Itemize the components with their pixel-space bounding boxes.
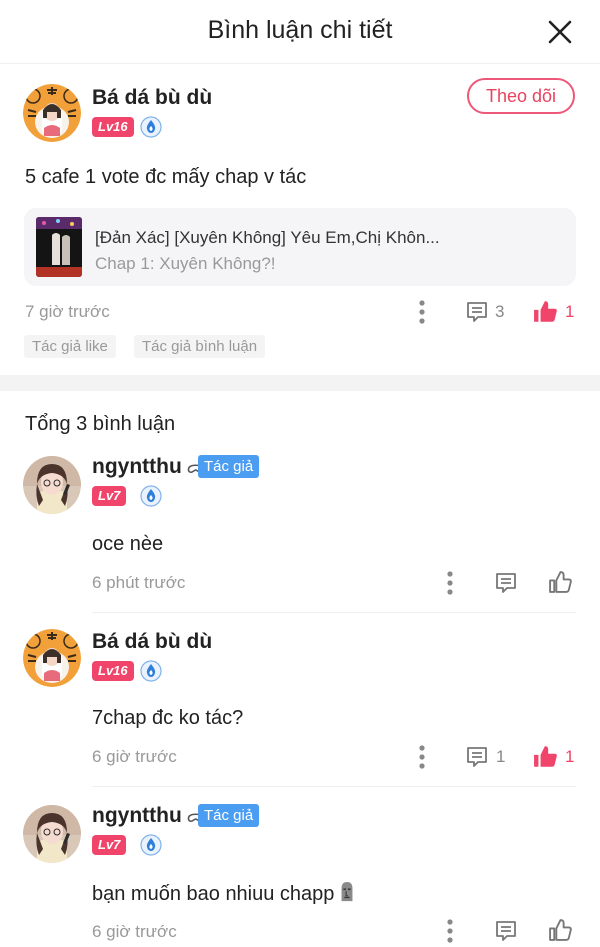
chapter-title: [Đản Xác] [Xuyên Không] Yêu Em,Chị Khôn.… bbox=[95, 228, 440, 247]
like-icon[interactable] bbox=[533, 299, 559, 325]
reply-count: 3 bbox=[495, 302, 505, 321]
vip-badge-icon bbox=[140, 660, 162, 682]
follow-button[interactable]: Theo dõi bbox=[467, 78, 575, 114]
moai-emoji-icon bbox=[337, 881, 357, 903]
divider bbox=[92, 786, 576, 787]
like-icon[interactable] bbox=[548, 918, 573, 943]
chapter-subtitle: Chap 1: Xuyên Không?! bbox=[95, 254, 276, 273]
username[interactable]: ngyntthu ᯅ bbox=[92, 455, 205, 479]
avatar[interactable] bbox=[23, 805, 81, 863]
comment-time: 6 phút trước bbox=[92, 573, 186, 592]
like-icon[interactable] bbox=[533, 744, 559, 770]
like-count: 1 bbox=[565, 302, 575, 321]
close-icon[interactable] bbox=[546, 18, 574, 46]
more-options-icon[interactable] bbox=[445, 919, 455, 943]
reply-icon[interactable] bbox=[494, 919, 518, 943]
level-badge: Lv16 bbox=[92, 117, 134, 137]
chapter-card[interactable]: [Đản Xác] [Xuyên Không] Yêu Em,Chị Khôn.… bbox=[24, 208, 576, 286]
vip-badge-icon bbox=[140, 116, 162, 138]
comment-time: 7 giờ trước bbox=[25, 302, 110, 321]
username[interactable]: Bá dá bù dù bbox=[92, 86, 212, 110]
avatar[interactable] bbox=[23, 84, 81, 142]
author-tag: Tác giả bbox=[198, 804, 260, 827]
header: Bình luận chi tiết bbox=[0, 0, 600, 64]
tag-author-replied: Tác giả bình luận bbox=[134, 335, 266, 358]
page-title: Bình luận chi tiết bbox=[207, 16, 393, 44]
comment-time: 6 giờ trước bbox=[92, 747, 177, 766]
reply-icon[interactable] bbox=[465, 745, 489, 769]
divider bbox=[92, 612, 576, 613]
avatar[interactable] bbox=[23, 629, 81, 687]
avatar[interactable] bbox=[23, 456, 81, 514]
chapter-thumbnail bbox=[36, 217, 82, 277]
tag-author-liked: Tác giả like bbox=[24, 335, 116, 358]
username[interactable]: Bá dá bù dù bbox=[92, 630, 212, 654]
level-badge: Lv16 bbox=[92, 661, 134, 681]
comment-text: 7chap đc ko tác? bbox=[92, 707, 244, 729]
comment-text: bạn muốn bao nhiuu chapp bbox=[92, 881, 357, 906]
like-count: 1 bbox=[565, 747, 575, 766]
section-divider bbox=[0, 375, 600, 391]
reply-icon[interactable] bbox=[494, 571, 518, 595]
like-icon[interactable] bbox=[548, 570, 573, 595]
more-options-icon[interactable] bbox=[417, 300, 427, 324]
level-badge: Lv7 bbox=[92, 835, 127, 855]
author-tag: Tác giả bbox=[198, 455, 260, 478]
level-badge: Lv7 bbox=[92, 486, 127, 506]
more-options-icon[interactable] bbox=[417, 745, 427, 769]
comment-text: 5 cafe 1 vote đc mấy chap v tác bbox=[25, 166, 307, 188]
username[interactable]: ngyntthu ᯅ bbox=[92, 804, 205, 828]
more-options-icon[interactable] bbox=[445, 571, 455, 595]
reply-icon[interactable] bbox=[465, 300, 489, 324]
reply-count: 1 bbox=[496, 747, 506, 766]
replies-heading: Tổng 3 bình luận bbox=[25, 413, 176, 435]
comment-time: 6 giờ trước bbox=[92, 922, 177, 941]
vip-badge-icon bbox=[140, 485, 162, 507]
comment-text: oce nèe bbox=[92, 533, 164, 555]
vip-badge-icon bbox=[140, 834, 162, 856]
